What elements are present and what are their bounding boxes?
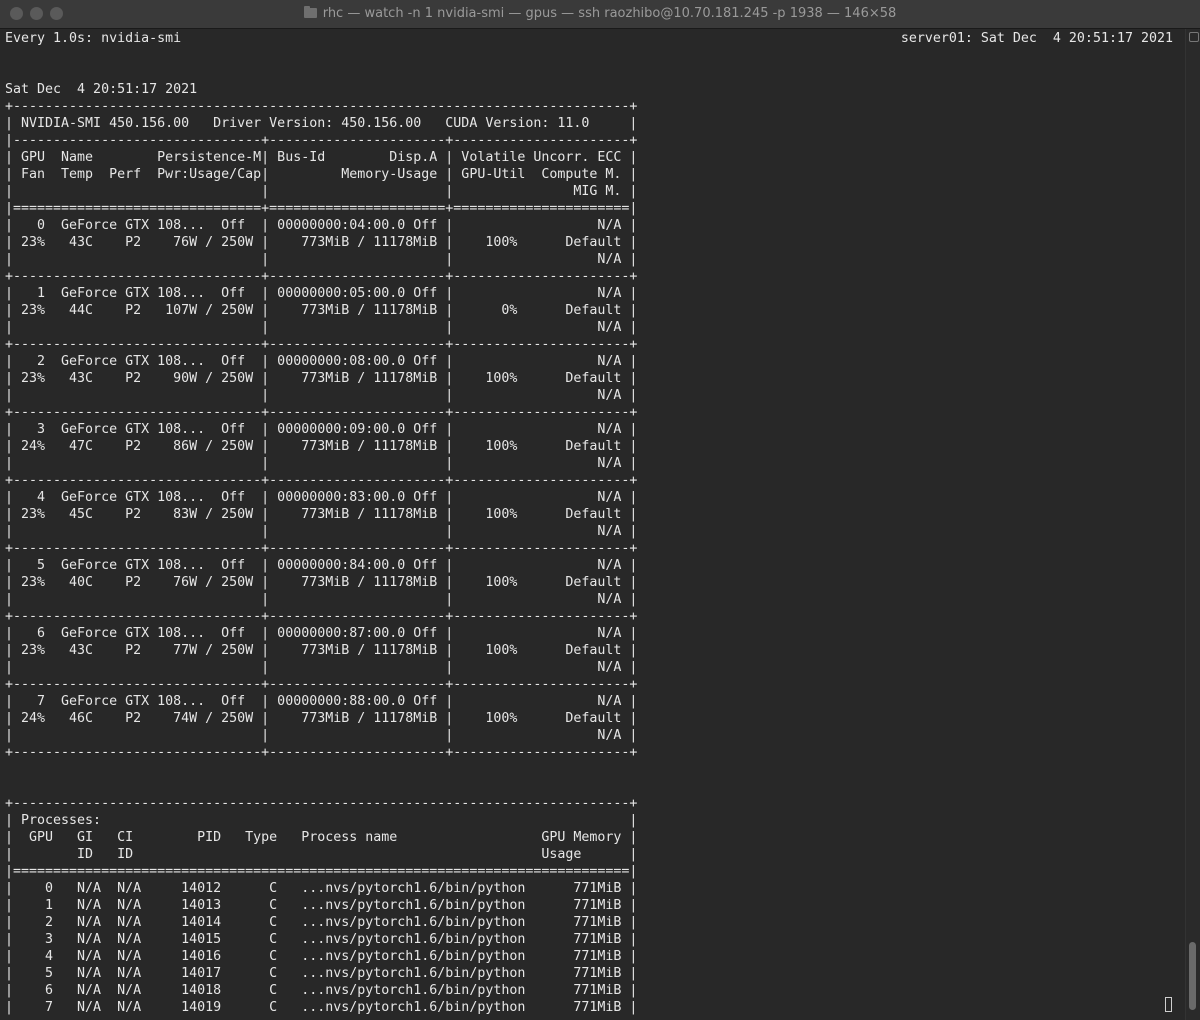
- terminal-line: | | | N/A |: [5, 456, 638, 471]
- terminal-line: | 6 N/A N/A 14018 C ...nvs/pytorch1.6/bi…: [5, 983, 638, 998]
- terminal-line: | | | N/A |: [5, 252, 638, 267]
- terminal-line: | 7 GeForce GTX 108... Off | 00000000:88…: [5, 694, 638, 709]
- terminal-line: | 23% 45C P2 83W / 250W | 773MiB / 11178…: [5, 507, 638, 522]
- terminal-line: +---------------------------------------…: [5, 99, 638, 114]
- terminal-line: +-------------------------------+-------…: [5, 677, 638, 692]
- terminal-line: Sat Dec 4 20:51:17 2021: [5, 82, 198, 97]
- terminal-line: | 23% 44C P2 107W / 250W | 773MiB / 1117…: [5, 303, 638, 318]
- terminal-line: | 23% 43C P2 76W / 250W | 773MiB / 11178…: [5, 235, 638, 250]
- terminal-line: |=======================================…: [5, 864, 638, 879]
- terminal-line: | | | MIG M. |: [5, 184, 638, 199]
- watch-header-left: Every 1.0s: nvidia-smi: [5, 31, 182, 46]
- terminal-line: +---------------------------------------…: [5, 796, 638, 811]
- terminal-line: | 5 GeForce GTX 108... Off | 00000000:84…: [5, 558, 638, 573]
- folder-icon: [303, 6, 317, 18]
- watch-header-right: server01: Sat Dec 4 20:51:17 2021: [900, 31, 1173, 46]
- terminal-line: | 2 N/A N/A 14014 C ...nvs/pytorch1.6/bi…: [5, 915, 638, 930]
- terminal-line: | 24% 46C P2 74W / 250W | 773MiB / 11178…: [5, 711, 638, 726]
- title-bar: rhc — watch -n 1 nvidia-smi — gpus — ssh…: [0, 0, 1200, 29]
- terminal-line: | GPU Name Persistence-M| Bus-Id Disp.A …: [5, 150, 638, 165]
- terminal-line: +-------------------------------+-------…: [5, 541, 638, 556]
- terminal-output: Every 1.0s: nvidia-smi Sat Dec 4 20:51:1…: [5, 30, 637, 1020]
- terminal-window: rhc — watch -n 1 nvidia-smi — gpus — ssh…: [0, 0, 1200, 1020]
- window-title-area: rhc — watch -n 1 nvidia-smi — gpus — ssh…: [0, 0, 1200, 28]
- terminal-line: +-------------------------------+-------…: [5, 609, 638, 624]
- terminal-line: | ID ID Usage |: [5, 847, 638, 862]
- terminal-line: +-------------------------------+-------…: [5, 269, 638, 284]
- terminal-line: +-------------------------------+-------…: [5, 745, 638, 760]
- terminal-line: | Processes: |: [5, 813, 638, 828]
- terminal-line: | | | N/A |: [5, 320, 638, 335]
- scrollbar-thumb[interactable]: [1189, 942, 1196, 1010]
- scroll-up-icon: [1189, 32, 1199, 42]
- terminal-line: | 6 GeForce GTX 108... Off | 00000000:87…: [5, 626, 638, 641]
- terminal-line: | NVIDIA-SMI 450.156.00 Driver Version: …: [5, 116, 638, 131]
- text-cursor: [1165, 997, 1172, 1012]
- terminal-line: | 1 GeForce GTX 108... Off | 00000000:05…: [5, 286, 638, 301]
- terminal-line: | 23% 40C P2 76W / 250W | 773MiB / 11178…: [5, 575, 638, 590]
- terminal-line: | | | N/A |: [5, 524, 638, 539]
- terminal-line: | 23% 43C P2 90W / 250W | 773MiB / 11178…: [5, 371, 638, 386]
- terminal-line: | 23% 43C P2 77W / 250W | 773MiB / 11178…: [5, 643, 638, 658]
- window-title: rhc — watch -n 1 nvidia-smi — gpus — ssh…: [322, 6, 897, 21]
- terminal-line: | 4 GeForce GTX 108... Off | 00000000:83…: [5, 490, 638, 505]
- terminal-line: | 3 GeForce GTX 108... Off | 00000000:09…: [5, 422, 638, 437]
- terminal-line: | | | N/A |: [5, 592, 638, 607]
- terminal-line: | 2 GeForce GTX 108... Off | 00000000:08…: [5, 354, 638, 369]
- terminal-line: | | | N/A |: [5, 728, 638, 743]
- vertical-scrollbar[interactable]: [1185, 29, 1200, 1020]
- terminal-line: | 7 N/A N/A 14019 C ...nvs/pytorch1.6/bi…: [5, 1000, 638, 1015]
- terminal-line: |-------------------------------+-------…: [5, 133, 638, 148]
- terminal-content[interactable]: Every 1.0s: nvidia-smi Sat Dec 4 20:51:1…: [0, 29, 1186, 1020]
- terminal-line: | | | N/A |: [5, 660, 638, 675]
- terminal-line: | 3 N/A N/A 14015 C ...nvs/pytorch1.6/bi…: [5, 932, 638, 947]
- terminal-line: +-------------------------------+-------…: [5, 337, 638, 352]
- terminal-line: |===============================+=======…: [5, 201, 638, 216]
- terminal-line: +-------------------------------+-------…: [5, 405, 638, 420]
- terminal-line: | 0 GeForce GTX 108... Off | 00000000:04…: [5, 218, 638, 233]
- terminal-line: | | | N/A |: [5, 388, 638, 403]
- terminal-line: | 24% 47C P2 86W / 250W | 773MiB / 11178…: [5, 439, 638, 454]
- terminal-line: | 0 N/A N/A 14012 C ...nvs/pytorch1.6/bi…: [5, 881, 638, 896]
- terminal-line: | Fan Temp Perf Pwr:Usage/Cap| Memory-Us…: [5, 167, 638, 182]
- terminal-line: | 5 N/A N/A 14017 C ...nvs/pytorch1.6/bi…: [5, 966, 638, 981]
- terminal-line: | GPU GI CI PID Type Process name GPU Me…: [5, 830, 638, 845]
- terminal-line: | 1 N/A N/A 14013 C ...nvs/pytorch1.6/bi…: [5, 898, 638, 913]
- terminal-line: +-------------------------------+-------…: [5, 473, 638, 488]
- terminal-line: | 4 N/A N/A 14016 C ...nvs/pytorch1.6/bi…: [5, 949, 638, 964]
